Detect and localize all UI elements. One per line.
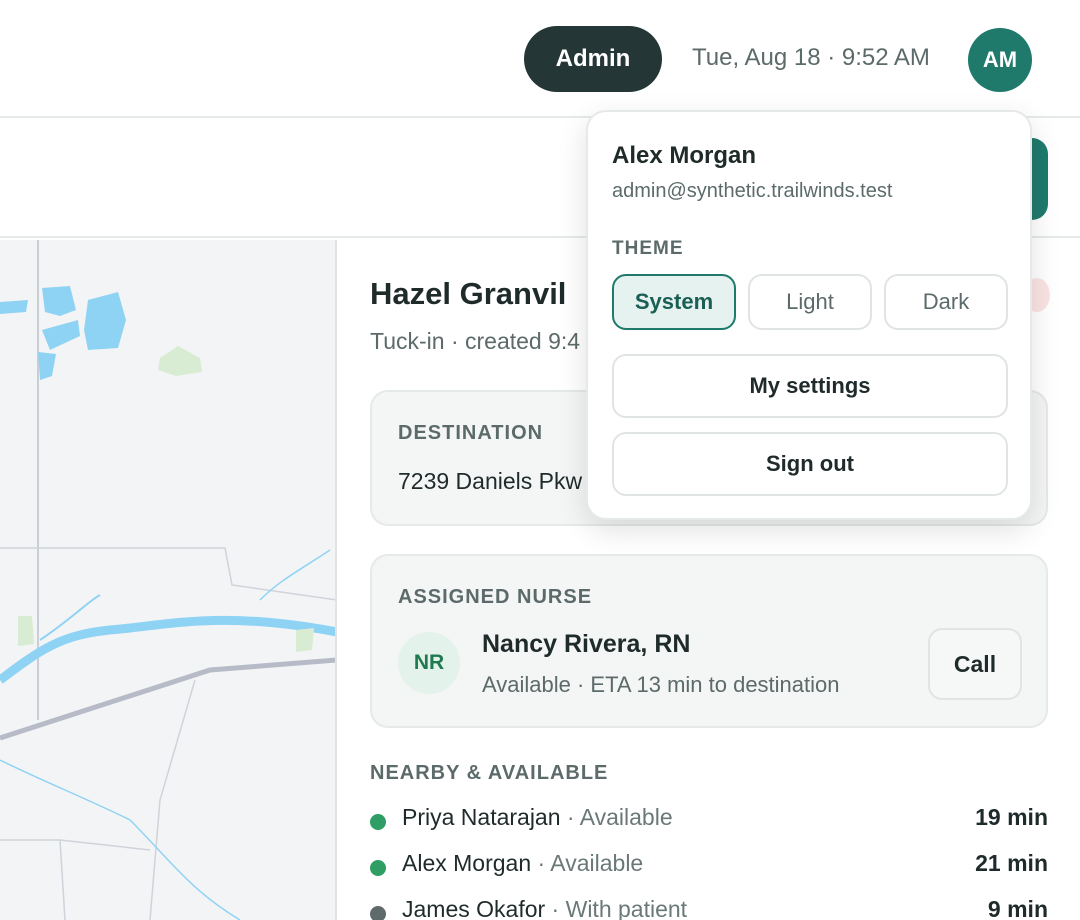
visit-subtitle: Tuck-in · created 9:4 <box>370 328 581 354</box>
destination-label: DESTINATION <box>398 422 544 444</box>
destination-address: 7239 Daniels Pkw <box>398 468 583 494</box>
map-view[interactable] <box>0 240 337 920</box>
map-road <box>59 839 66 920</box>
map-stream <box>259 549 331 601</box>
map-canvas <box>0 240 335 920</box>
separator: · <box>560 804 580 830</box>
assigned-nurse-label: ASSIGNED NURSE <box>398 586 593 608</box>
list-item[interactable]: James Okafor · With patient 9 min <box>370 894 1048 920</box>
nurse-name: Nancy Rivera, RN <box>482 630 691 658</box>
theme-option-system[interactable]: System <box>612 274 736 330</box>
nurse-status: Available · ETA 13 min to destination <box>482 672 840 697</box>
nurse-name: James Okafor <box>402 896 546 920</box>
eta: 9 min <box>987 896 1048 920</box>
availability-dot <box>370 906 386 920</box>
availability-dot <box>370 814 386 830</box>
nurse-status: Available <box>550 850 644 876</box>
nurse-status: With patient <box>565 896 688 920</box>
assigned-nurse-card: ASSIGNED NURSE NR Nancy Rivera, RN Avail… <box>370 554 1048 728</box>
nearby-list: Priya Natarajan · Available 19 min Alex … <box>370 802 1048 920</box>
nearby-title: NEARBY & AVAILABLE <box>370 762 609 784</box>
nurse-name: Alex Morgan <box>402 850 532 876</box>
map-park <box>158 346 202 376</box>
role-badge[interactable]: Admin <box>524 26 662 92</box>
map-road <box>0 839 151 851</box>
nurse-name: Priya Natarajan <box>402 804 561 830</box>
eta: 21 min <box>975 850 1048 876</box>
app-root: Admin Tue, Aug 18 · 9:52 AM AM Hazel Gra… <box>0 0 1080 920</box>
map-lake <box>42 320 80 350</box>
map-road <box>149 679 196 920</box>
my-settings-button[interactable]: My settings <box>612 354 1008 418</box>
current-datetime: Tue, Aug 18 · 9:52 AM <box>692 44 930 71</box>
patient-name: Hazel Granvil <box>370 276 567 311</box>
separator: · <box>545 896 566 920</box>
map-lake <box>84 292 126 350</box>
account-menu: Alex Morgan admin@synthetic.trailwinds.t… <box>586 110 1032 520</box>
list-item[interactable]: Priya Natarajan · Available 19 min <box>370 802 1048 848</box>
map-park <box>296 628 314 652</box>
theme-label: THEME <box>612 238 684 259</box>
map-park <box>18 616 34 646</box>
account-name: Alex Morgan <box>612 142 757 169</box>
nurse-status: Available <box>579 804 673 830</box>
account-email: admin@synthetic.trailwinds.test <box>612 180 893 202</box>
user-avatar-button[interactable]: AM <box>968 28 1032 92</box>
top-bar: Admin Tue, Aug 18 · 9:52 AM AM <box>0 0 1080 118</box>
map-highway <box>0 657 335 741</box>
availability-dot <box>370 860 386 876</box>
theme-option-dark[interactable]: Dark <box>884 274 1008 330</box>
map-lake <box>38 352 56 380</box>
map-lake <box>42 286 76 316</box>
map-road <box>0 547 335 601</box>
theme-option-light[interactable]: Light <box>748 274 872 330</box>
eta: 19 min <box>975 804 1048 830</box>
sign-out-button[interactable]: Sign out <box>612 432 1008 496</box>
map-lake <box>0 300 28 314</box>
map-river <box>0 615 335 684</box>
call-button[interactable]: Call <box>928 628 1022 700</box>
nurse-avatar: NR <box>398 632 460 694</box>
separator: · <box>531 850 551 876</box>
list-item[interactable]: Alex Morgan · Available 21 min <box>370 848 1048 894</box>
